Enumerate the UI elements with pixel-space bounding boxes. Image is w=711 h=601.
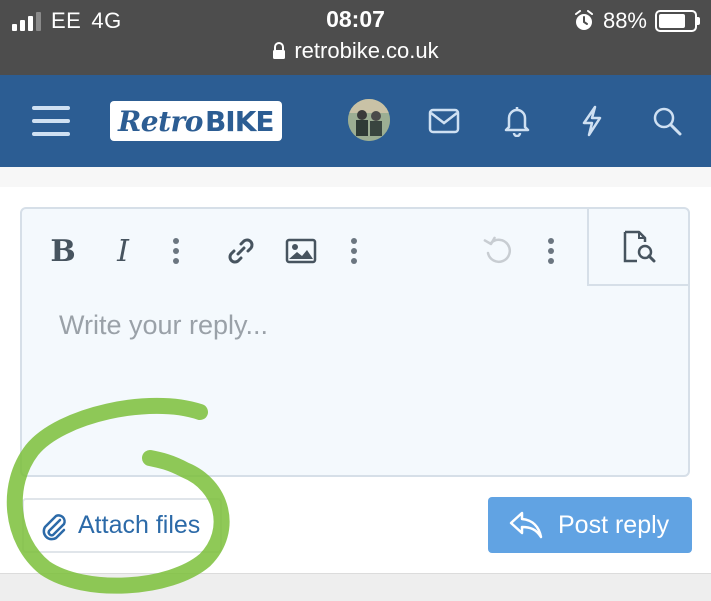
link-button[interactable] [221, 230, 261, 272]
search-button[interactable] [645, 75, 689, 167]
attach-files-label: Attach files [78, 511, 201, 539]
page-footer-strip [0, 573, 711, 601]
battery-icon [655, 10, 700, 32]
reply-placeholder: Write your reply... [59, 310, 269, 340]
paperclip-icon [42, 513, 66, 540]
lock-icon [273, 42, 286, 59]
status-bar: EE 4G 08:07 88% retrobike.co.uk [0, 0, 711, 75]
url-text: retrobike.co.uk [294, 38, 439, 63]
image-icon [285, 238, 317, 264]
insert-image-button[interactable] [281, 230, 321, 272]
alarm-icon [574, 10, 593, 30]
preview-icon [623, 230, 655, 262]
battery-percent: 88% [602, 8, 647, 33]
status-right: 88% [573, 6, 700, 36]
lightning-icon [582, 105, 602, 137]
italic-button[interactable]: I [103, 230, 143, 272]
site-logo[interactable]: Retro BIKE [110, 101, 282, 141]
link-icon [228, 238, 254, 264]
mail-icon [428, 108, 460, 134]
bell-icon [504, 107, 530, 137]
undo-icon [483, 236, 512, 263]
vertical-dots-icon [173, 238, 179, 264]
preview-button[interactable] [587, 209, 688, 286]
more-text-options-button[interactable] [156, 230, 196, 272]
whats-new-button[interactable] [570, 75, 614, 167]
post-reply-button[interactable]: Post reply [488, 497, 692, 553]
inbox-button[interactable] [422, 75, 466, 167]
more-insert-options-button[interactable] [334, 230, 374, 272]
menu-icon [32, 106, 70, 136]
logo-retro-text: Retro [118, 104, 203, 138]
url-bar[interactable]: retrobike.co.uk [0, 38, 711, 64]
menu-button[interactable] [26, 75, 76, 167]
content-strip [0, 167, 711, 187]
search-icon [653, 107, 682, 136]
avatar[interactable] [348, 99, 390, 141]
more-options-button[interactable] [531, 230, 571, 272]
vertical-dots-icon [548, 238, 554, 264]
bold-button[interactable]: B [43, 230, 83, 272]
logo-bike-text: BIKE [204, 104, 275, 138]
italic-glyph: I [117, 233, 129, 269]
post-reply-label: Post reply [558, 510, 670, 539]
reply-icon [509, 511, 543, 539]
undo-button[interactable] [478, 230, 518, 272]
vertical-dots-icon [351, 238, 357, 264]
attach-files-button[interactable]: Attach files [22, 498, 222, 553]
bold-glyph: B [50, 233, 76, 269]
alerts-button[interactable] [495, 75, 539, 167]
